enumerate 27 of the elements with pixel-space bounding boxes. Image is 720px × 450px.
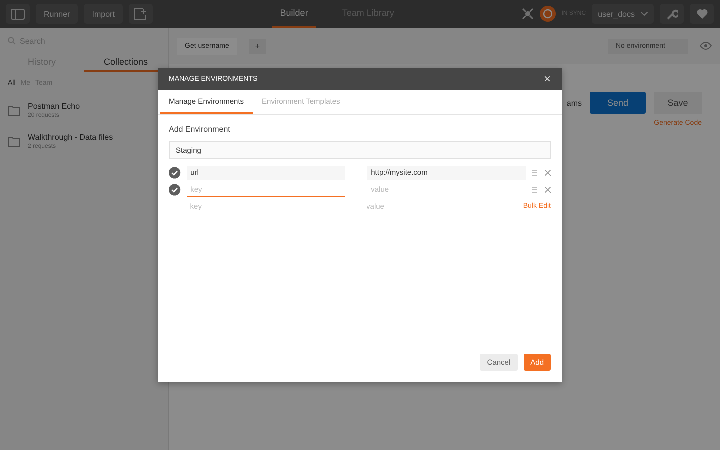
menu-icon[interactable]: [532, 170, 537, 176]
add-tab-button[interactable]: +: [249, 38, 266, 54]
send-button[interactable]: Send: [590, 92, 646, 114]
save-button[interactable]: Save: [654, 92, 702, 114]
eye-icon[interactable]: [700, 42, 712, 50]
check-icon[interactable]: [169, 184, 181, 196]
sync-icon[interactable]: [540, 6, 556, 22]
search-icon: [8, 37, 16, 45]
check-icon[interactable]: [169, 166, 181, 178]
delete-icon[interactable]: [545, 170, 551, 176]
wrench-icon[interactable]: [660, 4, 684, 24]
new-window-icon[interactable]: [128, 4, 153, 24]
sidebar-toggle-icon[interactable]: [6, 4, 30, 24]
toolbar-button[interactable]: Import: [84, 4, 123, 24]
workspace-dropdown[interactable]: user_docs: [592, 4, 654, 24]
section-label: Add Environment: [169, 125, 232, 134]
collection-name[interactable]: Walkthrough - Data files: [28, 133, 114, 142]
toolbar-button[interactable]: Runner: [36, 4, 78, 24]
close-button[interactable]: ×: [544, 72, 551, 86]
params-button[interactable]: ams: [566, 98, 582, 108]
folder-icon: [8, 136, 20, 146]
caret-icon: [641, 12, 648, 16]
delete-icon[interactable]: [545, 186, 551, 192]
collection-name[interactable]: Postman Echo: [28, 102, 80, 111]
satellite-icon[interactable]: [522, 8, 534, 20]
folder-icon: [8, 106, 20, 116]
menu-icon[interactable]: [532, 186, 537, 192]
